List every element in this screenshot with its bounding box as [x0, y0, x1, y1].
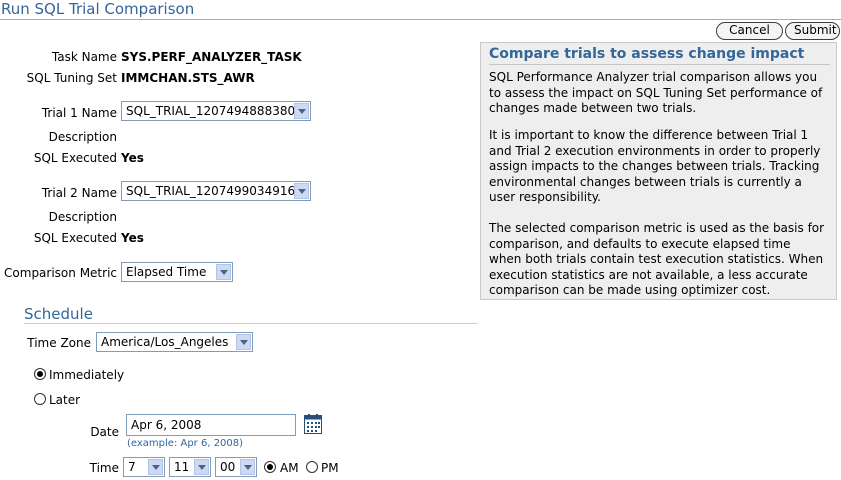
help-paragraph-3: The selected comparison metric is used a… [489, 221, 825, 297]
trial-1-name-value: SQL_TRIAL_1207494888380 [126, 104, 296, 118]
trial-1-name-label: Trial 1 Name [41, 106, 117, 120]
chevron-down-icon [236, 334, 251, 350]
chevron-down-icon [294, 103, 309, 119]
task-name-label: Task Name [51, 50, 117, 64]
pm-label: PM [321, 461, 339, 475]
title-divider [0, 19, 841, 20]
immediately-radio[interactable] [34, 368, 46, 380]
comparison-metric-value: Elapsed Time [126, 265, 207, 279]
trial-1-description-label: Description [48, 130, 117, 144]
page-title: Run SQL Trial Comparison [1, 0, 195, 18]
am-radio[interactable] [264, 461, 276, 473]
chevron-down-icon [194, 459, 209, 475]
second-value: 00 [220, 460, 236, 474]
trial-2-name-value: SQL_TRIAL_1207499034916 [126, 184, 296, 198]
help-panel: Compare trials to assess change impact S… [480, 42, 837, 300]
date-example-hint: (example: Apr 6, 2008) [127, 438, 244, 449]
trial-1-sql-executed-value: Yes [121, 151, 144, 165]
help-panel-title: Compare trials to assess change impact [489, 46, 805, 62]
time-zone-select[interactable]: America/Los_Angeles [96, 332, 253, 352]
help-paragraph-1: SQL Performance Analyzer trial compariso… [489, 70, 823, 115]
schedule-title: Schedule [24, 305, 93, 323]
chevron-down-icon [216, 264, 231, 280]
trial-1-sql-executed-label: SQL Executed [33, 151, 117, 165]
date-input[interactable]: Apr 6, 2008 [126, 414, 296, 436]
calendar-icon[interactable] [304, 414, 322, 437]
chevron-down-icon [148, 459, 163, 475]
hour-value: 7 [128, 460, 136, 474]
time-label: Time [89, 461, 119, 475]
minute-value: 11 [174, 460, 190, 474]
schedule-divider [24, 323, 478, 324]
time-zone-label: Time Zone [27, 336, 91, 350]
chevron-down-icon [240, 459, 255, 475]
task-name-value: SYS.PERF_ANALYZER_TASK [121, 50, 302, 64]
immediately-label: Immediately [49, 368, 125, 382]
trial-2-name-select[interactable]: SQL_TRIAL_1207499034916 [121, 181, 311, 201]
time-zone-value: America/Los_Angeles [101, 335, 229, 349]
submit-button[interactable]: Submit [785, 22, 840, 40]
date-label: Date [90, 425, 119, 439]
trial-2-description-label: Description [48, 210, 117, 224]
trial-2-name-label: Trial 2 Name [41, 186, 117, 200]
cancel-button[interactable]: Cancel [716, 22, 783, 40]
sql-tuning-set-value: IMMCHAN.STS_AWR [121, 71, 255, 85]
trial-2-sql-executed-label: SQL Executed [33, 231, 117, 245]
help-paragraph-2: It is important to know the difference b… [489, 128, 821, 204]
sql-tuning-set-label: SQL Tuning Set [26, 71, 117, 85]
comparison-metric-select[interactable]: Elapsed Time [121, 262, 233, 282]
trial-1-name-select[interactable]: SQL_TRIAL_1207494888380 [121, 101, 311, 121]
help-panel-divider [489, 64, 830, 65]
second-select[interactable]: 00 [215, 457, 257, 477]
later-label: Later [49, 393, 81, 407]
comparison-metric-label: Comparison Metric [4, 266, 117, 280]
minute-select[interactable]: 11 [169, 457, 211, 477]
later-radio[interactable] [34, 393, 46, 405]
trial-2-sql-executed-value: Yes [121, 231, 144, 245]
pm-radio[interactable] [306, 461, 318, 473]
am-label: AM [280, 461, 299, 475]
chevron-down-icon [294, 183, 309, 199]
hour-select[interactable]: 7 [123, 457, 165, 477]
